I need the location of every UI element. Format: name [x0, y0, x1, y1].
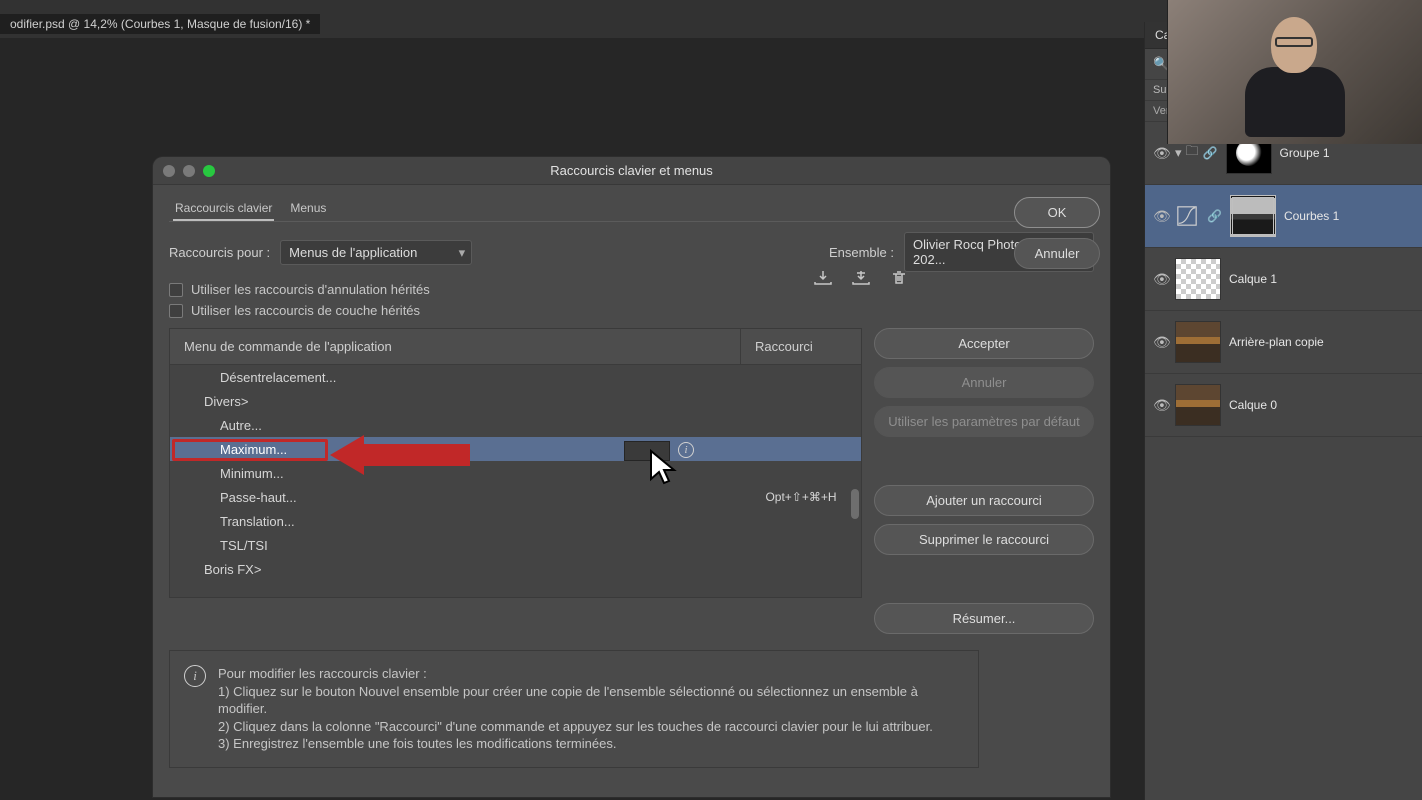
command-row[interactable]: Minimum...: [170, 461, 861, 485]
document-tab-bar: odifier.psd @ 14,2% (Courbes 1, Masque d…: [0, 14, 320, 34]
undo-button[interactable]: Annuler: [874, 367, 1094, 398]
layer-row[interactable]: 👁 Calque 1: [1145, 248, 1422, 311]
shortcuts-for-dropdown[interactable]: Menus de l'application: [280, 240, 472, 265]
legacy-layer-checkbox[interactable]: [169, 304, 183, 318]
window-close-icon[interactable]: [163, 165, 175, 177]
legacy-undo-label: Utiliser les raccourcis d'annulation hér…: [191, 282, 430, 297]
command-row-group[interactable]: Boris FX>: [170, 557, 861, 581]
layer-name[interactable]: Groupe 1: [1280, 146, 1330, 160]
layer-thumbnail[interactable]: [1175, 258, 1221, 300]
command-row-selected[interactable]: Maximum...: [170, 437, 861, 461]
delete-shortcut-button[interactable]: Supprimer le raccourci: [874, 524, 1094, 555]
link-icon: 🔗: [1203, 146, 1218, 160]
layer-row-curves[interactable]: 👁 🔗 Courbes 1: [1145, 185, 1422, 248]
layer-name[interactable]: Courbes 1: [1284, 209, 1339, 223]
scrollbar-thumb[interactable]: [851, 489, 859, 519]
layer-name[interactable]: Calque 0: [1229, 398, 1277, 412]
layer-thumbnail[interactable]: [1175, 321, 1221, 363]
tab-shortcuts[interactable]: Raccourcis clavier: [173, 197, 274, 221]
shortcut-command-table[interactable]: Menu de commande de l'application Raccou…: [169, 328, 862, 598]
tab-menus[interactable]: Menus: [288, 197, 328, 221]
add-shortcut-button[interactable]: Ajouter un raccourci: [874, 485, 1094, 516]
legacy-layer-label: Utiliser les raccourcis de couche hérité…: [191, 303, 420, 318]
command-row[interactable]: Translation...: [170, 509, 861, 533]
download-set-icon[interactable]: [812, 269, 834, 287]
command-row[interactable]: Passe-haut...Opt+⇧+⌘+H: [170, 485, 861, 509]
visibility-icon[interactable]: 👁: [1153, 271, 1167, 288]
visibility-icon[interactable]: 👁: [1153, 397, 1167, 414]
help-text-line: 1) Cliquez sur le bouton Nouvel ensemble…: [218, 683, 964, 718]
layer-mask-thumbnail[interactable]: [1230, 195, 1276, 237]
dialog-titlebar[interactable]: Raccourcis clavier et menus: [153, 157, 1110, 185]
save-set-icon[interactable]: [850, 269, 872, 287]
column-header-shortcut: Raccourci: [741, 329, 861, 364]
delete-set-icon[interactable]: [888, 269, 910, 287]
command-row[interactable]: Autre...: [170, 413, 861, 437]
use-default-button[interactable]: Utiliser les paramètres par défaut: [874, 406, 1094, 437]
summarize-button[interactable]: Résumer...: [874, 603, 1094, 634]
set-label: Ensemble :: [829, 245, 894, 260]
info-icon: i: [184, 665, 206, 687]
dialog-title: Raccourcis clavier et menus: [550, 163, 713, 178]
shortcut-input[interactable]: [624, 441, 670, 461]
help-text-line: 3) Enregistrez l'ensemble une fois toute…: [218, 735, 964, 753]
command-row[interactable]: Désentrelacement...: [170, 365, 861, 389]
layer-row[interactable]: 👁 Calque 0: [1145, 374, 1422, 437]
folder-icon: 🗀: [1186, 142, 1199, 164]
layer-row[interactable]: 👁 Arrière-plan copie: [1145, 311, 1422, 374]
info-icon[interactable]: i: [678, 442, 694, 458]
shortcuts-for-label: Raccourcis pour :: [169, 245, 270, 260]
ok-button[interactable]: OK: [1014, 197, 1100, 228]
layer-thumbnail[interactable]: [1175, 384, 1221, 426]
chevron-down-icon[interactable]: ▾: [1175, 145, 1182, 161]
visibility-icon[interactable]: 👁: [1153, 145, 1167, 162]
visibility-icon[interactable]: 👁: [1153, 334, 1167, 351]
help-text-line: Pour modifier les raccourcis clavier :: [218, 665, 964, 683]
cancel-button[interactable]: Annuler: [1014, 238, 1100, 269]
webcam-overlay: [1167, 0, 1422, 144]
window-maximize-icon[interactable]: [203, 165, 215, 177]
link-icon: 🔗: [1207, 209, 1222, 223]
help-infobox: i Pour modifier les raccourcis clavier :…: [169, 650, 979, 768]
accept-button[interactable]: Accepter: [874, 328, 1094, 359]
command-row[interactable]: TSL/TSI: [170, 533, 861, 557]
column-header-command: Menu de commande de l'application: [170, 329, 741, 364]
window-minimize-icon[interactable]: [183, 165, 195, 177]
layer-name[interactable]: Arrière-plan copie: [1229, 335, 1324, 349]
visibility-icon[interactable]: 👁: [1153, 208, 1167, 225]
document-tab[interactable]: odifier.psd @ 14,2% (Courbes 1, Masque d…: [0, 14, 320, 34]
curves-adjustment-icon: [1175, 204, 1199, 228]
command-row-group[interactable]: Divers>: [170, 389, 861, 413]
keyboard-shortcuts-dialog: Raccourcis clavier et menus Raccourcis c…: [153, 157, 1110, 797]
layer-name[interactable]: Calque 1: [1229, 272, 1277, 286]
help-text-line: 2) Cliquez dans la colonne "Raccourci" d…: [218, 718, 964, 736]
legacy-undo-checkbox[interactable]: [169, 283, 183, 297]
